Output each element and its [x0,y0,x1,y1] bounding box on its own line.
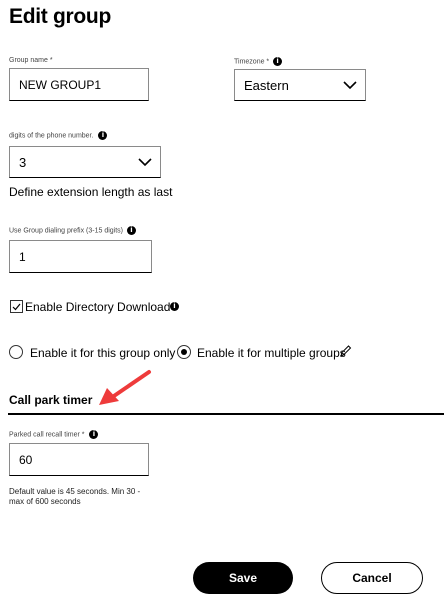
info-icon[interactable]: i [126,226,136,235]
section-heading-call-park: Call park timer [9,393,93,407]
checkmark-icon [12,303,21,310]
chevron-down-icon [343,80,357,89]
red-arrow-icon [99,370,151,405]
dialing-prefix-label-row: Use Group dialing prefix (3-15 digits) i [9,226,136,235]
recall-timer-hint-line1: Default value is 45 seconds. Min 30 - [9,487,141,496]
timezone-label: Timezone * [234,58,270,66]
group-name-label: Group name * [9,57,53,64]
timezone-value: Eastern [244,77,289,93]
dialing-prefix-label: Use Group dialing prefix (3-15 digits) [9,227,123,235]
recall-timer-label: Parked call recall timer * [9,431,85,439]
info-icon[interactable]: i [89,430,99,439]
timezone-select[interactable]: Eastern [234,69,366,101]
recall-timer-hint-line2: max of 600 seconds [9,497,81,506]
page-title: Edit group [9,5,111,28]
extension-select[interactable]: 3 [9,146,161,178]
directory-download-label: Enable Directory Download [25,300,171,314]
save-button[interactable]: Save [193,562,293,594]
directory-download-checkbox[interactable] [10,300,23,313]
extension-value: 3 [19,154,27,170]
radio-multiple-groups-label: Enable it for multiple groups [197,346,346,360]
pencil-icon[interactable] [339,344,352,358]
radio-this-group-only-label: Enable it for this group only [30,346,176,360]
recall-timer-label-row: Parked call recall timer * i [9,430,99,439]
extension-label-row: digits of the phone number. i [9,131,108,140]
group-name-value: NEW GROUP1 [19,77,102,92]
info-icon[interactable]: i [170,302,179,311]
recall-timer-input[interactable]: 60 [9,443,149,476]
timezone-label-row: Timezone * i [234,57,283,66]
recall-timer-value: 60 [19,452,33,467]
extension-label: digits of the phone number. [9,132,94,140]
dialing-prefix-value: 1 [19,249,26,264]
group-name-input[interactable]: NEW GROUP1 [9,68,149,101]
radio-multiple-groups[interactable] [177,345,191,359]
radio-this-group-only[interactable] [9,345,23,359]
recall-timer-hint: Default value is 45 seconds. Min 30 - ma… [9,487,140,507]
dialing-prefix-input[interactable]: 1 [9,240,152,273]
extension-description: Define extension length as last [9,185,173,199]
section-divider [8,413,444,415]
info-icon[interactable]: i [273,57,283,66]
chevron-down-icon [138,157,152,166]
info-icon[interactable]: i [98,131,108,140]
cancel-button[interactable]: Cancel [321,562,423,594]
